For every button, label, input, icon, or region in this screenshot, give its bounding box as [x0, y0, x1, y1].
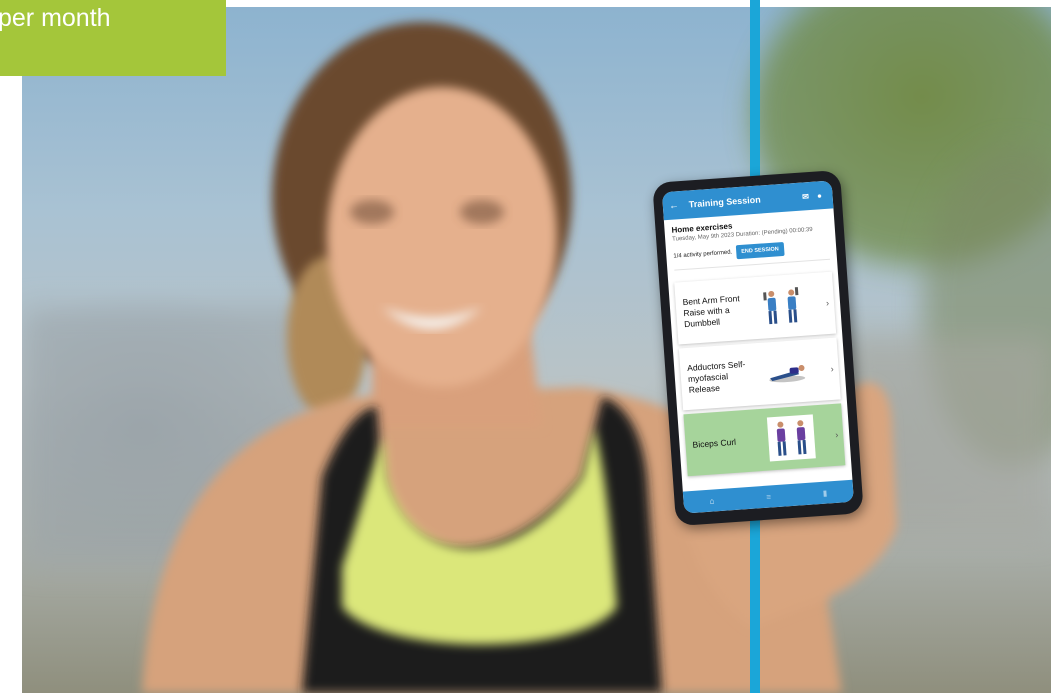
- mail-icon[interactable]: ✉: [798, 191, 813, 201]
- woman-photo: [22, 7, 1051, 693]
- promo-tag: per month: [0, 0, 226, 76]
- activity-item[interactable]: Biceps Curl ›: [683, 403, 846, 477]
- arrow-left-icon[interactable]: ←: [668, 199, 683, 212]
- exercise-illustration-icon: [748, 345, 825, 400]
- chart-icon[interactable]: ▮: [822, 488, 827, 497]
- activity-name: Bent Arm Front Raise with a Dumbbell: [682, 292, 740, 329]
- chevron-right-icon: ›: [830, 363, 834, 374]
- end-session-button[interactable]: END SESSION: [735, 241, 785, 260]
- app-bar-title: Training Session: [688, 194, 762, 210]
- activity-name: Adductors Self-myofascial Release: [686, 358, 746, 395]
- promo-text: per month: [0, 4, 111, 32]
- accent-line-bottom: [750, 505, 760, 693]
- exercise-illustration-icon: [743, 279, 820, 334]
- chevron-right-icon: ›: [834, 429, 839, 440]
- accent-line-top: [750, 0, 760, 185]
- chevron-right-icon: ›: [825, 297, 830, 309]
- phone: ← Training Session ✉ ● Home exercises Tu…: [652, 169, 864, 527]
- background-photo: [22, 7, 1051, 693]
- activity-name: Biceps Curl: [692, 436, 737, 450]
- session-progress: 1/4 activity performed.: [673, 249, 733, 260]
- activity-item[interactable]: Adductors Self-myofascial Release ›: [678, 337, 841, 411]
- list-icon[interactable]: ≡: [766, 492, 771, 501]
- exercise-illustration-icon: [753, 410, 830, 465]
- activity-item[interactable]: Bent Arm Front Raise with a Dumbbell ›: [674, 271, 837, 345]
- user-circle-icon[interactable]: ●: [812, 190, 827, 200]
- home-icon[interactable]: ⌂: [709, 496, 714, 505]
- session-summary: Home exercises Tuesday, May 9th 2023 Dur…: [664, 208, 838, 279]
- phone-screen: ← Training Session ✉ ● Home exercises Tu…: [661, 180, 854, 514]
